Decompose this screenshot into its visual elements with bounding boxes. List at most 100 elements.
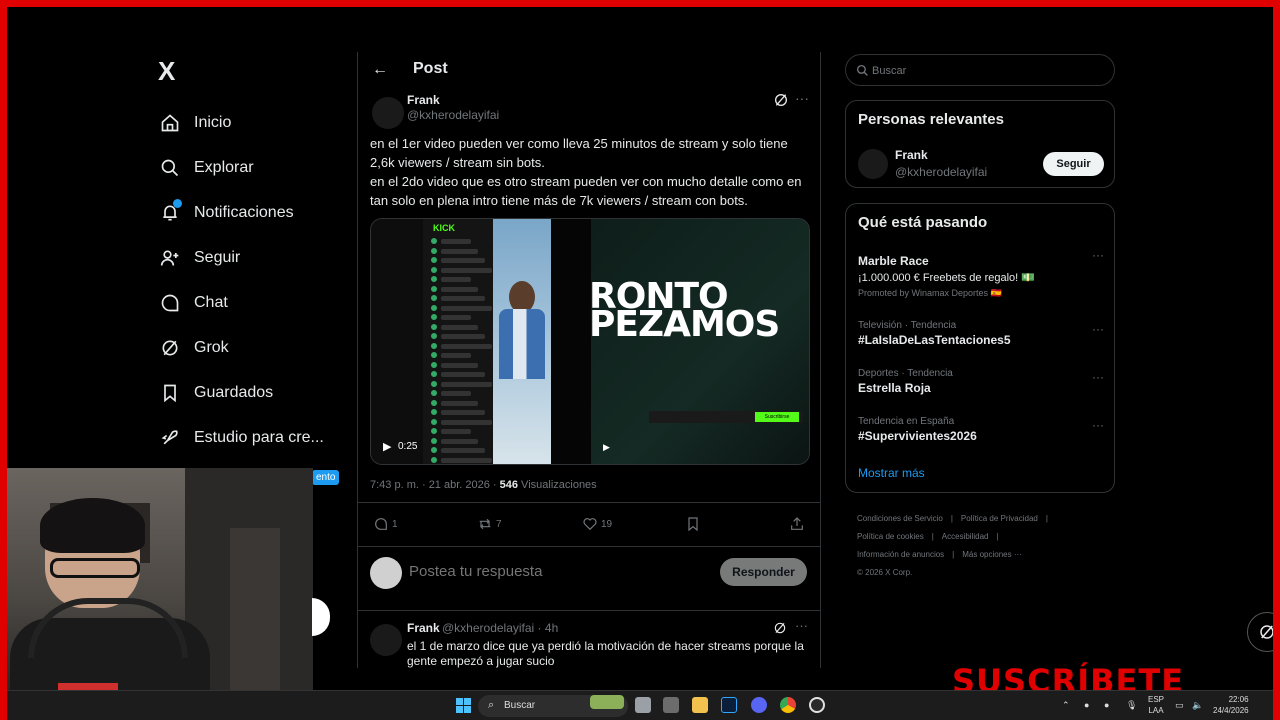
reply-input[interactable] (409, 563, 709, 580)
premium-badge[interactable]: ento (312, 470, 340, 485)
author-name[interactable]: Frank (407, 93, 440, 107)
rocket-icon (158, 426, 182, 450)
footer-link[interactable]: Información de anuncios (857, 550, 944, 559)
grok-icon[interactable] (773, 621, 787, 635)
card-title: Qué está pasando (858, 214, 988, 231)
sidebar-item-label: Explorar (194, 158, 254, 176)
sidebar-item-seguir[interactable]: Seguir (158, 235, 348, 280)
chevron-up-icon[interactable]: ⌃ (1062, 700, 1070, 711)
repost-action[interactable]: 7 (477, 516, 502, 532)
play-icon[interactable]: ▶ (383, 440, 391, 453)
kick-chat-avatar (431, 437, 437, 444)
sidebar-item-label: Notificaciones (194, 203, 294, 221)
tray-app-icon[interactable]: ● (1084, 700, 1089, 710)
bell-icon (158, 198, 182, 225)
avatar[interactable] (372, 97, 404, 129)
kick-chat-row (441, 296, 485, 301)
trend-item[interactable]: Tendencia en España #Supervivientes2026 … (858, 416, 1104, 443)
more-options-icon[interactable]: ··· (795, 618, 808, 633)
reply-button[interactable]: Responder (720, 558, 807, 586)
play-icon[interactable]: ▶ (603, 442, 610, 453)
subscribe-overlay-text: SUSCRÍBETE (952, 662, 1185, 690)
x-logo[interactable]: X (158, 58, 184, 84)
sidebar-nav: Inicio Explorar Notificaciones Seguir Ch… (158, 100, 348, 460)
intro-text-line2: PEZAMOS (589, 304, 780, 345)
bookmark-action[interactable] (685, 516, 704, 532)
trend-context: Televisión · Tendencia (858, 320, 957, 331)
kick-chat-row (441, 448, 485, 453)
app-icon[interactable] (663, 697, 679, 713)
microphone-icon[interactable]: 🎙 (1126, 700, 1137, 711)
sidebar-item-label: Chat (194, 293, 228, 311)
share-action[interactable] (789, 516, 808, 532)
sidebar-item-label: Grok (194, 338, 229, 356)
relevant-name[interactable]: Frank (895, 148, 928, 162)
kick-chat-avatar (431, 323, 437, 330)
kick-chat-avatar (431, 304, 437, 311)
trend-item[interactable]: Televisión · Tendencia #LaIslaDeLasTenta… (858, 320, 1104, 347)
relevant-handle[interactable]: @kxherodelayifai (895, 165, 987, 179)
search-box[interactable] (845, 54, 1115, 86)
reply-action[interactable]: 1 (373, 516, 398, 532)
grok-icon (158, 336, 182, 360)
trend-item[interactable]: Marble Race ¡1.000.000 € Freebets de reg… (858, 248, 1104, 299)
more-options-icon[interactable]: ··· (1092, 322, 1104, 336)
chat-icon (158, 291, 182, 315)
comment-author-handle[interactable]: @kxherodelayifai · 4h (442, 621, 558, 635)
avatar[interactable] (858, 149, 888, 179)
footer-link[interactable]: Más opciones ··· (962, 550, 1022, 559)
sidebar-item-notificaciones[interactable]: Notificaciones (158, 190, 348, 235)
follow-button[interactable]: Seguir (1043, 152, 1104, 176)
more-options-icon[interactable]: ··· (1092, 418, 1104, 432)
trend-item[interactable]: Deportes · Tendencia Estrella Roja ··· (858, 368, 1104, 395)
widget-icon[interactable] (590, 695, 624, 709)
person-add-icon (158, 246, 182, 270)
more-options-icon[interactable]: ··· (1092, 370, 1104, 384)
footer-separator: | (1045, 514, 1048, 523)
grok-float-button[interactable] (1247, 612, 1280, 652)
avatar[interactable] (370, 624, 402, 656)
search-icon (158, 156, 182, 180)
chrome-icon[interactable] (780, 697, 796, 713)
volume-icon[interactable]: 🔈 (1192, 700, 1203, 711)
input-language[interactable]: ESP LAA (1148, 694, 1164, 716)
post-header: ← Post (358, 52, 820, 88)
task-view-icon[interactable] (635, 697, 651, 713)
discord-icon[interactable] (751, 697, 767, 713)
show-more-link[interactable]: Mostrar más (858, 466, 925, 480)
more-options-icon[interactable]: ··· (1092, 248, 1104, 262)
like-action[interactable]: 19 (582, 516, 612, 532)
sidebar-item-estudio[interactable]: Estudio para cre... (158, 415, 348, 460)
footer-link[interactable]: Condiciones de Servicio (857, 514, 943, 523)
sidebar-item-inicio[interactable]: Inicio (158, 100, 348, 145)
sidebar-item-guardados[interactable]: Guardados (158, 370, 348, 415)
search-input[interactable] (872, 62, 1102, 80)
grok-icon[interactable] (773, 92, 789, 108)
back-arrow-icon[interactable]: ← (370, 60, 390, 80)
bookmark-icon (688, 517, 698, 532)
sidebar-item-grok[interactable]: Grok (158, 325, 348, 370)
obs-icon[interactable] (809, 697, 825, 713)
kick-chat-row (441, 457, 492, 463)
microphone (58, 683, 118, 690)
sidebar-item-chat[interactable]: Chat (158, 280, 348, 325)
kick-logo: KICK (433, 223, 455, 233)
photoshop-icon[interactable] (721, 697, 737, 713)
webcam-background-panel (230, 528, 280, 690)
file-explorer-icon[interactable] (692, 697, 708, 713)
network-icon[interactable]: ▭ (1175, 700, 1184, 711)
post-timestamp[interactable]: 7:43 p. m. · 21 abr. 2026 · (370, 479, 500, 491)
tray-app-icon[interactable]: ● (1104, 700, 1109, 710)
taskbar-clock[interactable]: 22:06 24/4/2026 (1213, 694, 1249, 716)
sidebar-item-explorar[interactable]: Explorar (158, 145, 348, 190)
footer-link[interactable]: Política de Privacidad (961, 514, 1038, 523)
kick-chat-avatar (431, 257, 437, 263)
footer-link[interactable]: Accesibilidad (942, 532, 989, 541)
post-video[interactable]: KICK RONTO PEZAMOS Suscribirse ▶ 0:25 ▶ (370, 218, 810, 465)
author-handle[interactable]: @kxherodelayifai (407, 108, 499, 122)
footer-link[interactable]: Política de cookies (857, 532, 924, 541)
share-icon (791, 517, 803, 530)
windows-start-icon[interactable] (456, 698, 471, 713)
more-options-icon[interactable]: ··· (795, 90, 809, 106)
comment-author-name[interactable]: Frank (407, 621, 440, 635)
